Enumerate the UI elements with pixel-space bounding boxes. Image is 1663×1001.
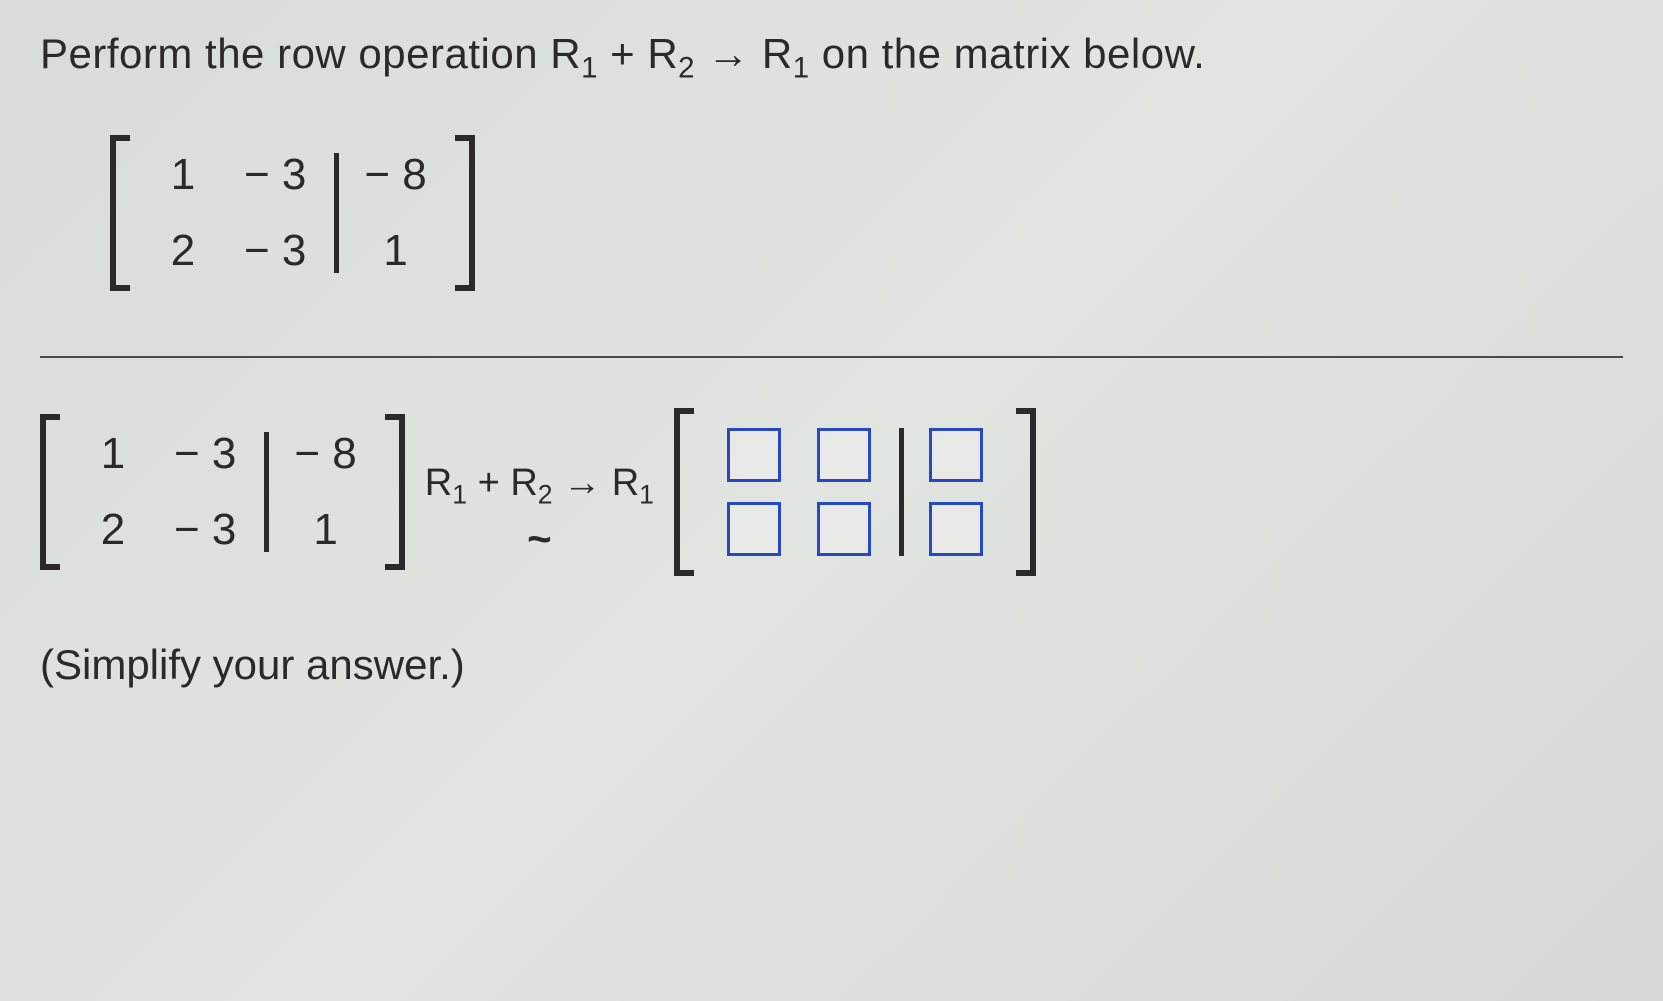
matrix-cell: − 3 (174, 508, 236, 552)
matrix-cell: 2 (88, 508, 138, 552)
op-sub3: 1 (639, 479, 654, 509)
matrix-cell: − 3 (244, 153, 306, 197)
matrix-cell: 1 (364, 229, 426, 273)
op-r3: R (762, 30, 793, 77)
op-arrow: → (707, 30, 750, 77)
matrix-cell: − 3 (244, 229, 306, 273)
question-prefix: Perform the row operation (40, 30, 550, 77)
matrix-cell: − 8 (294, 432, 356, 476)
op-sub2: 2 (678, 51, 695, 84)
bracket-left-icon (110, 135, 130, 291)
result-matrix (674, 408, 1036, 576)
row-operation-label: R1 + R2 → R1 ~ (425, 462, 654, 564)
matrix-cell: − 8 (364, 153, 426, 197)
answer-input-r2c1[interactable] (727, 502, 781, 556)
bracket-right-icon (1016, 408, 1036, 576)
op-sub2: 2 (538, 479, 553, 509)
op-sub3: 1 (793, 51, 810, 84)
answer-source-matrix: 1 2 − 3 − 3 − 8 1 (40, 414, 405, 570)
op-plus: + (610, 30, 647, 77)
op-sub1: 1 (452, 479, 467, 509)
bracket-left-icon (40, 414, 60, 570)
bracket-left-icon (674, 408, 694, 576)
answer-input-r2c3[interactable] (929, 502, 983, 556)
section-divider (40, 356, 1623, 358)
bracket-right-icon (455, 135, 475, 291)
bracket-right-icon (385, 414, 405, 570)
op-sub1: 1 (581, 51, 598, 84)
op-plus: + (478, 462, 511, 504)
answer-input-r1c1[interactable] (727, 428, 781, 482)
matrix-cell: 2 (158, 229, 208, 273)
matrix-cell: − 3 (174, 432, 236, 476)
op-r1: R (425, 462, 452, 504)
answer-input-r1c2[interactable] (817, 428, 871, 482)
source-matrix: 1 2 − 3 − 3 − 8 1 (110, 135, 475, 291)
op-r2: R (510, 462, 537, 504)
matrix-cell: 1 (158, 153, 208, 197)
question-text: Perform the row operation R1 + R2 → R1 o… (40, 30, 1623, 85)
answer-input-r1c3[interactable] (929, 428, 983, 482)
answer-input-r2c2[interactable] (817, 502, 871, 556)
answer-row: 1 2 − 3 − 3 − 8 1 R1 + R2 → R1 ~ (40, 408, 1623, 616)
op-arrow: → (563, 462, 601, 504)
simplify-note: (Simplify your answer.) (40, 641, 1623, 689)
op-r3: R (612, 462, 639, 504)
question-suffix: on the matrix below. (822, 30, 1206, 77)
op-r1: R (550, 30, 581, 77)
matrix-cell: 1 (294, 508, 356, 552)
op-r2: R (647, 30, 678, 77)
matrix-cell: 1 (88, 432, 138, 476)
tilde-icon: ~ (527, 515, 552, 563)
